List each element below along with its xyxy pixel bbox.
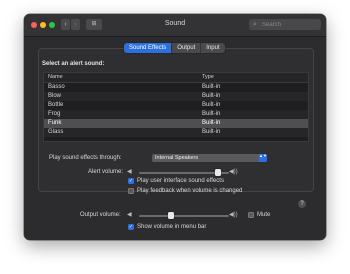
column-type-header[interactable]: Type bbox=[202, 73, 214, 82]
help-button[interactable]: ? bbox=[298, 200, 306, 208]
sound-name: Bottle bbox=[48, 102, 64, 108]
sound-type: Built-in bbox=[202, 129, 221, 135]
speaker-high-icon: ◀)) bbox=[229, 169, 238, 175]
alert-volume-label: Alert volume: bbox=[88, 169, 124, 175]
search-icon: ⌕ bbox=[253, 21, 257, 28]
alert-sound-list[interactable]: Name Type Basso Built-in Blow Built-in B… bbox=[43, 72, 309, 142]
sound-type: Built-in bbox=[202, 84, 221, 90]
search-field[interactable]: ⌕ bbox=[249, 19, 321, 30]
alert-volume-slider[interactable] bbox=[215, 169, 222, 176]
play-ui-sounds-checkbox[interactable]: ✓ bbox=[128, 178, 134, 184]
select-arrows-icon: ▲▼ bbox=[259, 154, 267, 162]
sound-type: Built-in bbox=[202, 111, 221, 117]
tab-bar: Sound Effects Output Input bbox=[124, 43, 225, 53]
list-item[interactable]: Glass Built-in bbox=[44, 128, 308, 137]
speaker-high-icon: ◀)) bbox=[229, 212, 238, 218]
tab-output[interactable]: Output bbox=[172, 43, 202, 53]
output-volume-track[interactable] bbox=[139, 215, 229, 217]
tab-sound-effects[interactable]: Sound Effects bbox=[124, 43, 173, 53]
sound-name: Frog bbox=[48, 111, 61, 117]
sound-name: Glass bbox=[48, 129, 64, 135]
sound-name: Blow bbox=[48, 93, 62, 99]
play-through-label: Play sound effects through: bbox=[49, 155, 122, 161]
column-name-header[interactable]: Name bbox=[48, 73, 63, 82]
alert-sound-heading: Select an alert sound: bbox=[42, 61, 105, 67]
mute-checkbox[interactable] bbox=[248, 212, 254, 218]
speaker-low-icon: ◀ bbox=[127, 169, 132, 175]
sound-type: Built-in bbox=[202, 102, 221, 108]
sound-name: Basso bbox=[48, 84, 65, 90]
output-device-value: Internal Speakers bbox=[155, 155, 199, 161]
title-bar: ‹ › ⊞ Sound ⌕ bbox=[24, 14, 326, 37]
sound-preferences-window: ‹ › ⊞ Sound ⌕ Sound Effects Output Input… bbox=[24, 14, 326, 240]
list-item[interactable]: Bottle Built-in bbox=[44, 101, 308, 110]
show-volume-menubar-checkbox[interactable]: ✓ bbox=[128, 224, 134, 230]
speaker-low-icon: ◀ bbox=[127, 212, 132, 218]
output-device-select[interactable]: Internal Speakers ▲▼ bbox=[152, 154, 267, 162]
play-feedback-checkbox[interactable] bbox=[128, 188, 134, 194]
output-volume-label: Output volume: bbox=[80, 212, 121, 218]
tab-input[interactable]: Input bbox=[201, 43, 224, 53]
list-item[interactable]: Frog Built-in bbox=[44, 110, 308, 119]
show-volume-menubar-label: Show volume in menu bar bbox=[137, 224, 207, 230]
list-header[interactable]: Name Type bbox=[44, 73, 308, 83]
list-item-selected[interactable]: Funk Built-in bbox=[44, 119, 308, 128]
sound-name: Funk bbox=[48, 120, 62, 126]
output-volume-slider[interactable] bbox=[167, 212, 174, 219]
list-item[interactable]: Blow Built-in bbox=[44, 92, 308, 101]
sound-type: Built-in bbox=[202, 120, 221, 126]
play-feedback-label: Play feedback when volume is changed bbox=[137, 188, 243, 194]
play-ui-sounds-label: Play user interface sound effects bbox=[137, 178, 224, 184]
mute-label: Mute bbox=[257, 212, 271, 218]
list-item[interactable]: Basso Built-in bbox=[44, 83, 308, 92]
sound-type: Built-in bbox=[202, 93, 221, 99]
search-input[interactable] bbox=[262, 19, 318, 30]
